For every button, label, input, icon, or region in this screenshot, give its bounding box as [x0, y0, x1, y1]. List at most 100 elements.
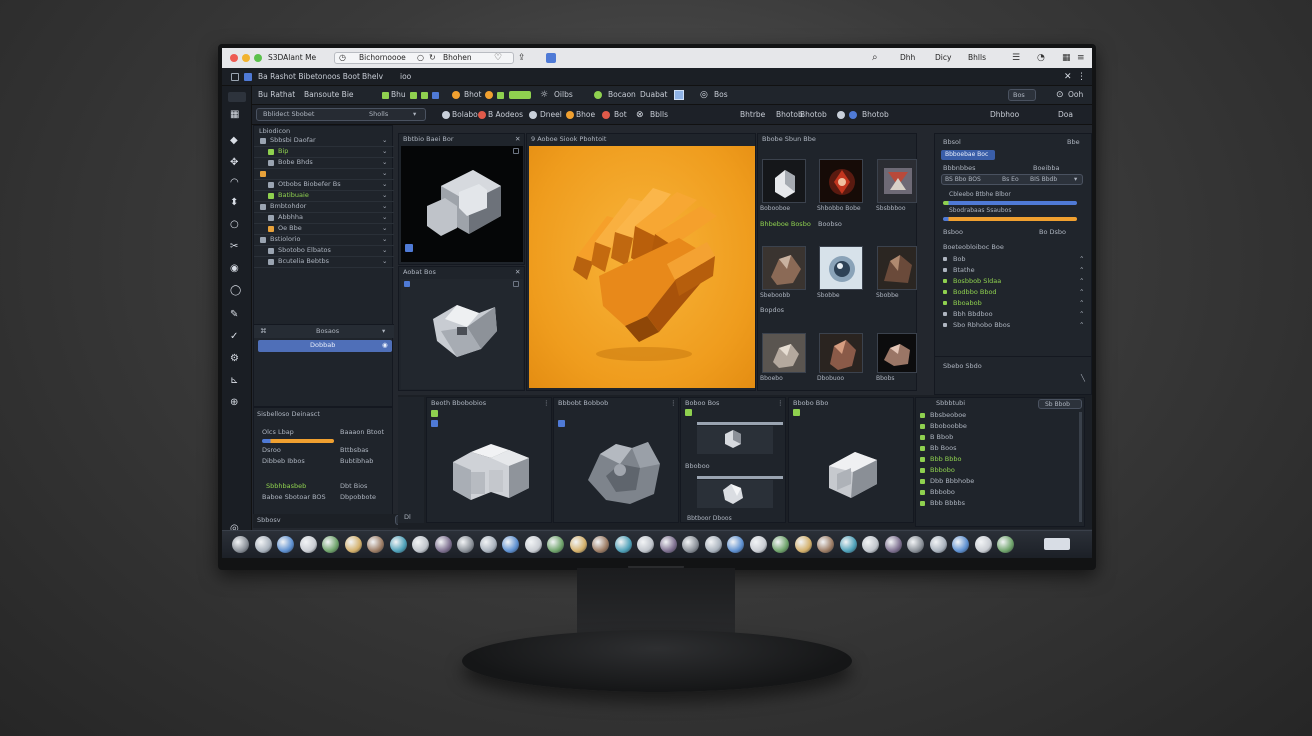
right-menu-3[interactable]: Bhlls [968, 53, 986, 63]
dock-screen-toggle[interactable] [1044, 538, 1070, 550]
list-item[interactable]: Bbb Bbbbs [916, 499, 1076, 510]
properties-list-item[interactable]: Bboabob ⌃ [935, 299, 1092, 310]
bottom-panel-3-track-2[interactable] [697, 476, 783, 479]
dock-app-icon[interactable] [907, 536, 924, 553]
bottom-list-button[interactable]: Sb Bbob [1038, 399, 1082, 409]
toolbar3-item-3[interactable]: Dneel [540, 110, 562, 120]
upload-icon[interactable]: ⇪ [518, 51, 526, 65]
heart-icon[interactable]: ♡ [494, 51, 502, 65]
dock-app-icon[interactable] [884, 536, 902, 553]
pen-icon[interactable]: ✎ [230, 308, 238, 322]
blue-dot-icon[interactable] [849, 111, 857, 119]
dock-app-icon[interactable] [637, 536, 654, 553]
dock-app-icon[interactable] [614, 536, 632, 553]
close-button[interactable] [230, 54, 238, 62]
asset-thumb-3[interactable] [877, 159, 917, 203]
toolbar2-item-8[interactable]: Bos [714, 90, 728, 100]
dock-app-icon[interactable] [232, 536, 249, 553]
sun-icon[interactable]: ☼ [540, 88, 548, 102]
list-item[interactable]: Dbb Bbbhobe [916, 477, 1076, 488]
toolbar2-green-toggle-2[interactable] [410, 92, 417, 99]
properties-list-item[interactable]: Bbh Bbdboo ⌃ [935, 310, 1092, 321]
record-icon-2[interactable] [602, 111, 610, 119]
properties-list-item[interactable]: Bodbbo Bbod ⌃ [935, 288, 1092, 299]
toolbar2-item-4[interactable]: Bhot [464, 90, 481, 100]
properties-slider-1[interactable] [943, 201, 1077, 205]
toolbar3-right-1[interactable]: Dhbhoo [990, 110, 1019, 120]
properties-list-item[interactable]: Btathe ⌃ [935, 266, 1092, 277]
outliner-row-chevron-icon[interactable]: ⌄ [382, 191, 387, 200]
outliner-selected-item[interactable]: Dobbab ◉ [258, 340, 392, 352]
dock-app-icon[interactable] [367, 536, 384, 553]
dock-app-icon[interactable] [929, 536, 947, 553]
toolbar2-item-6[interactable]: Bocaon [608, 90, 636, 100]
bottom-panel-1-menu-icon[interactable]: ⋮ [543, 399, 550, 408]
outliner-row-chevron-icon[interactable]: ⌄ [382, 246, 387, 255]
refresh-icon[interactable]: ↻ [429, 51, 436, 65]
node-icon[interactable]: ⚙ [230, 352, 239, 366]
outliner-row-chevron-icon[interactable]: ⌄ [382, 202, 387, 211]
toolbar2-right-label[interactable]: Ooh [1068, 90, 1083, 100]
toolbar3-item-8[interactable]: Bhotob [776, 110, 803, 120]
asset-thumb-8[interactable] [819, 333, 863, 373]
ring-icon[interactable]: ◯ [230, 284, 241, 298]
dock-app-icon[interactable] [547, 536, 564, 553]
toolbar2-item-5[interactable]: Oilbs [554, 90, 573, 100]
dock-app-icon[interactable] [997, 536, 1014, 553]
search-icon[interactable]: ⌕ [872, 51, 878, 65]
dock-app-icon[interactable] [299, 536, 317, 553]
asset-thumb-4[interactable] [762, 246, 806, 290]
outliner-row[interactable]: Sbotobo Elbatos ⌄ [254, 246, 394, 257]
dock-app-icon[interactable] [322, 536, 339, 553]
toolbar3-right-2[interactable]: Doa [1058, 110, 1073, 120]
green-dot-icon[interactable] [594, 91, 602, 99]
filter-field[interactable]: Bblidect Sbobet Sholls ▾ [256, 108, 426, 121]
dock-app-icon[interactable] [479, 536, 497, 553]
properties-list-chevron-icon[interactable]: ⌃ [1079, 310, 1084, 319]
toolbar3-item-9[interactable]: Bhotob [800, 110, 827, 120]
outliner-row-chevron-icon[interactable]: ⌄ [382, 136, 387, 145]
radio-icon[interactable] [442, 111, 450, 119]
dock-app-icon[interactable] [457, 536, 474, 553]
list-item[interactable]: Bb Boos [916, 444, 1076, 455]
orange-dot-icon[interactable] [452, 91, 460, 99]
outliner-row-chevron-icon[interactable]: ⌄ [382, 213, 387, 222]
outliner-row[interactable]: ⌄ [254, 169, 394, 180]
toolbar2-green-button[interactable] [509, 91, 531, 99]
properties-list-item[interactable]: Bosbbob Sldaa ⌃ [935, 277, 1092, 288]
outliner-row[interactable]: Bstiolorio ⌄ [254, 235, 394, 246]
menu-item-1[interactable]: Bichornoooe [359, 53, 406, 63]
outliner-row[interactable]: Batibuaie ⌄ [254, 191, 394, 202]
asset-thumb-7[interactable] [762, 333, 806, 373]
properties-list-chevron-icon[interactable]: ⌃ [1079, 255, 1084, 264]
menu-item-2[interactable]: Bhohen [443, 53, 472, 63]
cube-icon[interactable]: ◆ [230, 134, 238, 148]
dock-app-icon[interactable] [412, 536, 429, 553]
bottom-expand-icon[interactable] [513, 281, 519, 287]
orange-dot-icon-3[interactable] [566, 111, 574, 119]
radio-icon-2[interactable] [529, 111, 537, 119]
viewport-top-canvas[interactable] [401, 146, 523, 262]
dock-app-icon[interactable] [772, 536, 789, 553]
dock-app-icon[interactable] [727, 536, 744, 553]
menu-icon[interactable]: ≡ [1077, 51, 1085, 65]
dock-app-icon[interactable] [682, 536, 699, 553]
camera-icon[interactable]: ◉ [230, 262, 239, 276]
list-item[interactable]: Bbbobo [916, 488, 1076, 499]
toolbar2-right-button[interactable]: Bos [1008, 89, 1036, 101]
viewport-bottom-canvas[interactable] [401, 279, 523, 389]
toolbar2-blue-toggle[interactable] [432, 92, 439, 99]
collapse-tools-button[interactable] [228, 92, 246, 102]
dock-app-icon[interactable] [254, 536, 272, 553]
dock-app-icon[interactable] [389, 536, 407, 553]
toolbar2-green-toggle-3[interactable] [421, 92, 428, 99]
outliner-row-chevron-icon[interactable]: ⌄ [382, 257, 387, 266]
properties-list-chevron-icon[interactable]: ⌃ [1079, 321, 1084, 330]
outliner-row-chevron-icon[interactable]: ⌄ [382, 169, 387, 178]
properties-list-chevron-icon[interactable]: ⌃ [1079, 288, 1084, 297]
link-icon[interactable]: ⊙ [1056, 88, 1064, 102]
outliner-row[interactable]: Bobe Bhds ⌄ [254, 158, 394, 169]
orange-dot-icon-2[interactable] [485, 91, 493, 99]
list-item[interactable]: Bbsbeoboe [916, 411, 1076, 422]
toolbar3-item-10[interactable]: Bhotob [862, 110, 889, 120]
